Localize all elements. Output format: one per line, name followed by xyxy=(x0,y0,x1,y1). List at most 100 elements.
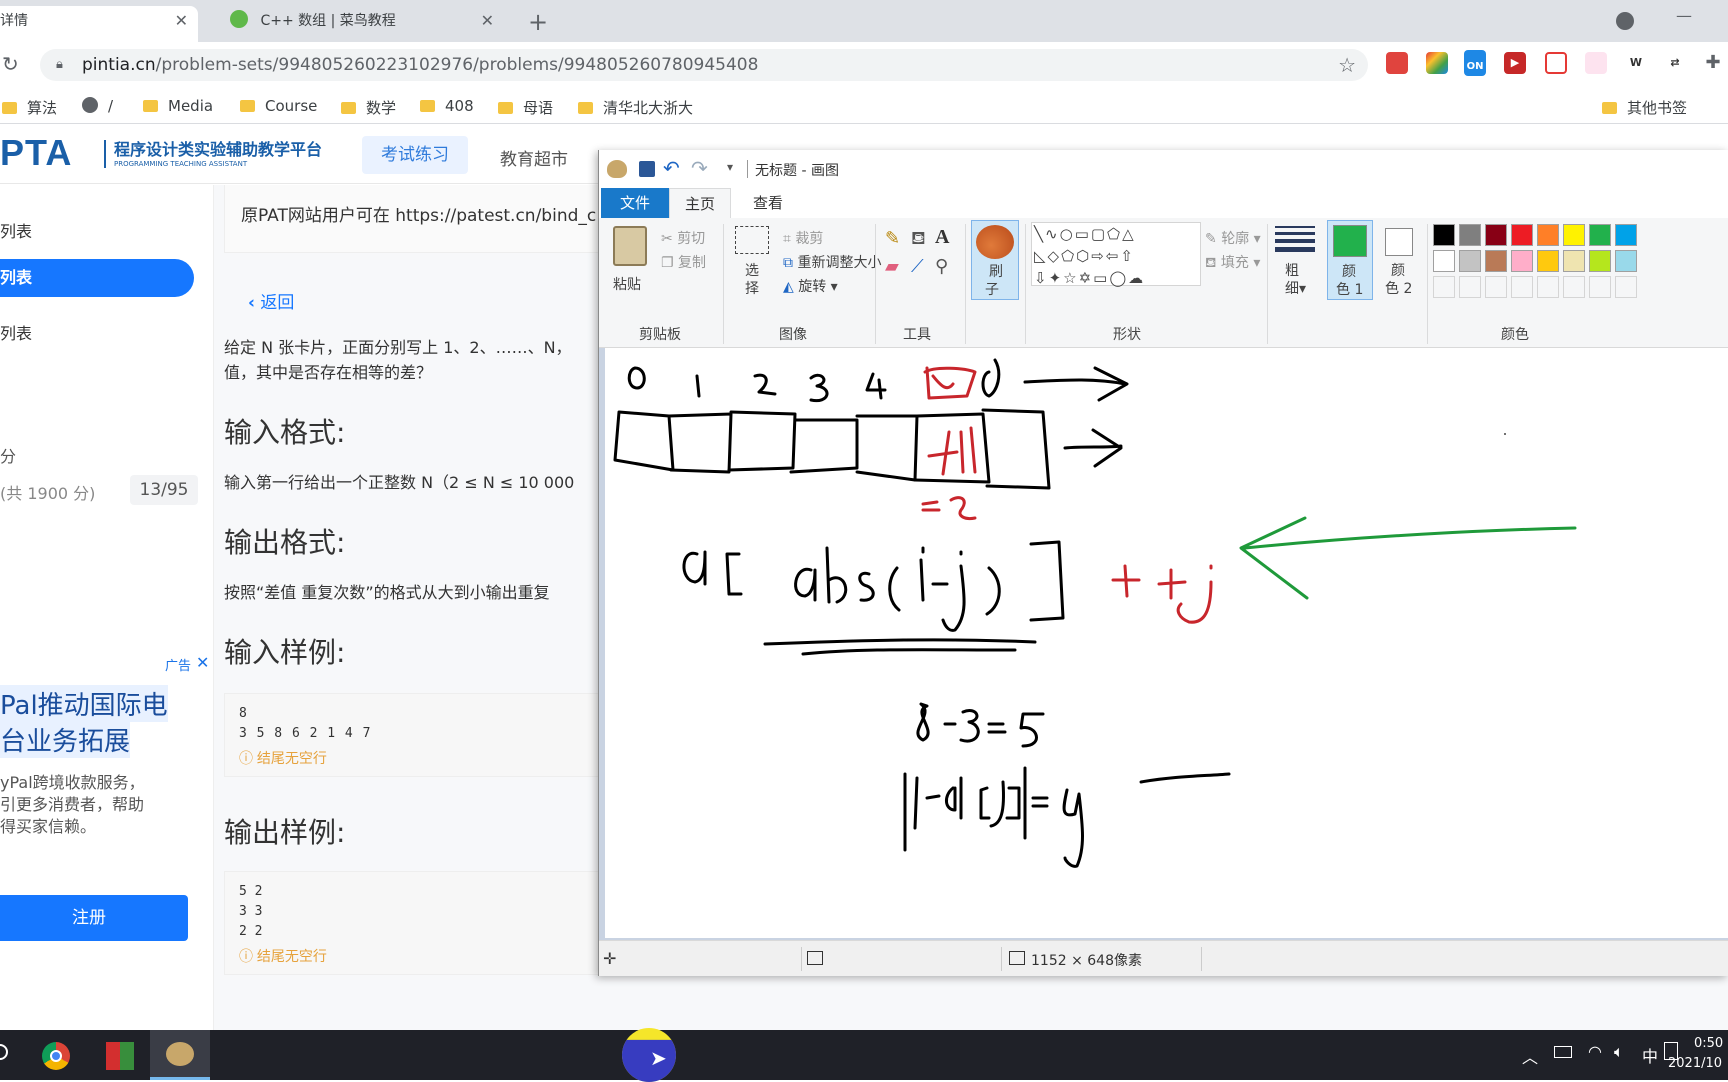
tab-cpp-array[interactable]: C++ 数组 | 菜鸟教程 ✕ xyxy=(218,6,504,42)
close-tab-icon[interactable]: ✕ xyxy=(175,6,188,36)
extension-colors-icon[interactable] xyxy=(1426,52,1448,74)
battery-icon[interactable] xyxy=(1554,1046,1572,1058)
color-swatch[interactable] xyxy=(1537,250,1559,272)
color-picker-icon[interactable]: ⟋ xyxy=(911,256,924,277)
bookmark-star-icon[interactable]: ☆ xyxy=(1338,49,1356,81)
tab-file[interactable]: 文件 xyxy=(601,188,669,218)
text-tool-icon[interactable]: A xyxy=(935,226,949,249)
resize-button[interactable]: ⧉ 重新调整大小 xyxy=(783,252,881,272)
color-swatch[interactable] xyxy=(1589,276,1611,298)
ad-close-icon[interactable]: ✕ xyxy=(196,653,209,672)
nav-edu-market[interactable]: 教育超市 xyxy=(500,145,568,170)
search-icon[interactable] xyxy=(0,1044,8,1060)
bookmark-native-lang[interactable]: 母语 xyxy=(498,97,553,118)
color-swatch[interactable] xyxy=(1537,276,1559,298)
extension-cat-icon[interactable] xyxy=(1585,52,1607,74)
bookmark-root[interactable]: / xyxy=(82,97,113,115)
drawing-canvas[interactable] xyxy=(605,348,1728,938)
pta-logo[interactable]: PTA xyxy=(0,132,72,174)
new-tab-plus-icon[interactable]: + xyxy=(528,8,548,36)
bookmark-algo[interactable]: 算法 xyxy=(2,97,57,118)
volume-icon[interactable]: 🔈︎ xyxy=(1614,1042,1624,1062)
redo-icon[interactable]: ↷ xyxy=(691,156,708,180)
outline-button[interactable]: ✎ 轮廓 ▾ xyxy=(1205,228,1261,248)
register-button[interactable]: 注册 xyxy=(0,895,188,941)
size-lines-icon[interactable] xyxy=(1275,226,1315,254)
extension-shield-icon[interactable] xyxy=(1545,52,1567,74)
url-input[interactable]: 🔒︎ pintia.cn/problem-sets/99480526022310… xyxy=(40,49,1368,81)
color-swatch[interactable] xyxy=(1485,224,1507,246)
copy-button[interactable]: ❐ 复制 xyxy=(661,252,706,272)
color-swatch[interactable] xyxy=(1563,276,1585,298)
color-swatch[interactable] xyxy=(1459,250,1481,272)
sidebar-item-list-active[interactable]: 列表 xyxy=(0,259,194,297)
wifi-icon[interactable]: ◠ xyxy=(1588,1042,1602,1061)
paint-taskbar-button[interactable] xyxy=(150,1030,210,1080)
select-button-line2[interactable]: 择 xyxy=(745,278,759,298)
chrome-icon[interactable] xyxy=(42,1042,70,1070)
back-link[interactable]: ‹ 返回 xyxy=(248,288,294,313)
reload-icon[interactable]: ↻ xyxy=(2,52,19,76)
clock-time[interactable]: 0:50 xyxy=(1694,1036,1723,1051)
color-swatch[interactable] xyxy=(1537,224,1559,246)
color-swatch[interactable] xyxy=(1433,250,1455,272)
shapes-gallery[interactable]: ╲∿○▭▢⬠△ ◺◇⬠⬡⇨⇦⇧ ⇩✦☆✡▭◯☁ xyxy=(1031,222,1201,287)
color-swatch[interactable] xyxy=(1563,250,1585,272)
tab-home[interactable]: 主页 xyxy=(669,188,731,219)
color-swatch[interactable] xyxy=(1511,224,1533,246)
crop-button[interactable]: ⌗ 裁剪 xyxy=(783,228,823,248)
color1-button[interactable]: 颜 色 1 xyxy=(1327,220,1373,300)
profile-menu-icon[interactable] xyxy=(1616,12,1634,30)
color-swatch[interactable] xyxy=(1615,224,1637,246)
color-swatch[interactable] xyxy=(1433,224,1455,246)
app-blocks-icon[interactable] xyxy=(106,1042,134,1070)
color-swatch[interactable] xyxy=(1485,250,1507,272)
nav-exam-practice[interactable]: 考试练习 xyxy=(362,136,468,174)
eraser-icon[interactable]: ▰ xyxy=(885,256,899,277)
ad-title-line2[interactable]: 台业务拓展 xyxy=(0,721,131,758)
bookmark-media[interactable]: Media xyxy=(143,97,213,115)
select-button-line1[interactable]: 选 xyxy=(745,260,759,280)
undo-icon[interactable]: ↶ xyxy=(663,156,680,180)
paste-icon[interactable] xyxy=(613,226,647,266)
fill-bucket-icon[interactable]: ⛾ xyxy=(911,228,926,252)
size-label-1[interactable]: 粗 xyxy=(1285,260,1299,280)
bookmark-math[interactable]: 数学 xyxy=(341,97,396,118)
color-swatch[interactable] xyxy=(1459,276,1481,298)
bookmark-universities[interactable]: 清华北大浙大 xyxy=(578,97,693,118)
color-swatch[interactable] xyxy=(1511,250,1533,272)
color-swatch[interactable] xyxy=(1589,250,1611,272)
color-swatch[interactable] xyxy=(1459,224,1481,246)
fill-button[interactable]: ⛾ 填充 ▾ xyxy=(1205,252,1260,273)
color-swatch[interactable] xyxy=(1433,276,1455,298)
paint-app-icon[interactable] xyxy=(607,160,627,178)
ime-indicator[interactable]: 中 xyxy=(1642,1043,1658,1067)
bookmark-other[interactable]: 其他书签 xyxy=(1602,97,1687,118)
customize-toolbar-icon[interactable]: ▾ xyxy=(727,160,733,174)
magnifier-icon[interactable]: ⚲ xyxy=(935,256,948,277)
rotate-button[interactable]: ◭ 旋转 ▾ xyxy=(783,276,838,296)
brushes-button[interactable]: 刷 子 xyxy=(971,220,1019,300)
color2-button[interactable]: 颜 色 2 xyxy=(1377,220,1423,300)
color-swatch[interactable] xyxy=(1615,250,1637,272)
bookmark-408[interactable]: 408 xyxy=(420,97,474,115)
extension-play-icon[interactable]: ▶ xyxy=(1504,52,1526,74)
minimize-icon[interactable]: — xyxy=(1676,6,1692,25)
cut-button[interactable]: ✂ 剪切 xyxy=(661,228,705,248)
tray-chevron-icon[interactable]: ︿ xyxy=(1522,1044,1538,1068)
select-icon[interactable] xyxy=(735,226,769,254)
sidebar-item-list-1[interactable]: 列表 xyxy=(0,218,32,242)
ad-title-line1[interactable]: Pal推动国际电 xyxy=(0,685,168,722)
extension-on-icon[interactable]: ON xyxy=(1464,50,1486,76)
extension-w-icon[interactable]: W xyxy=(1625,52,1647,74)
color-swatch[interactable] xyxy=(1485,276,1507,298)
extensions-puzzle-icon[interactable]: ✚ xyxy=(1702,52,1724,74)
bookmark-course[interactable]: Course xyxy=(240,97,317,115)
pencil-icon[interactable]: ✎ xyxy=(885,228,900,249)
tab-view[interactable]: 查看 xyxy=(737,188,799,218)
paste-button[interactable]: 粘贴 xyxy=(613,274,641,294)
color-swatch[interactable] xyxy=(1511,276,1533,298)
color-swatch[interactable] xyxy=(1563,224,1585,246)
sidebar-item-list-3[interactable]: 列表 xyxy=(0,320,32,344)
close-tab-icon[interactable]: ✕ xyxy=(481,6,494,36)
